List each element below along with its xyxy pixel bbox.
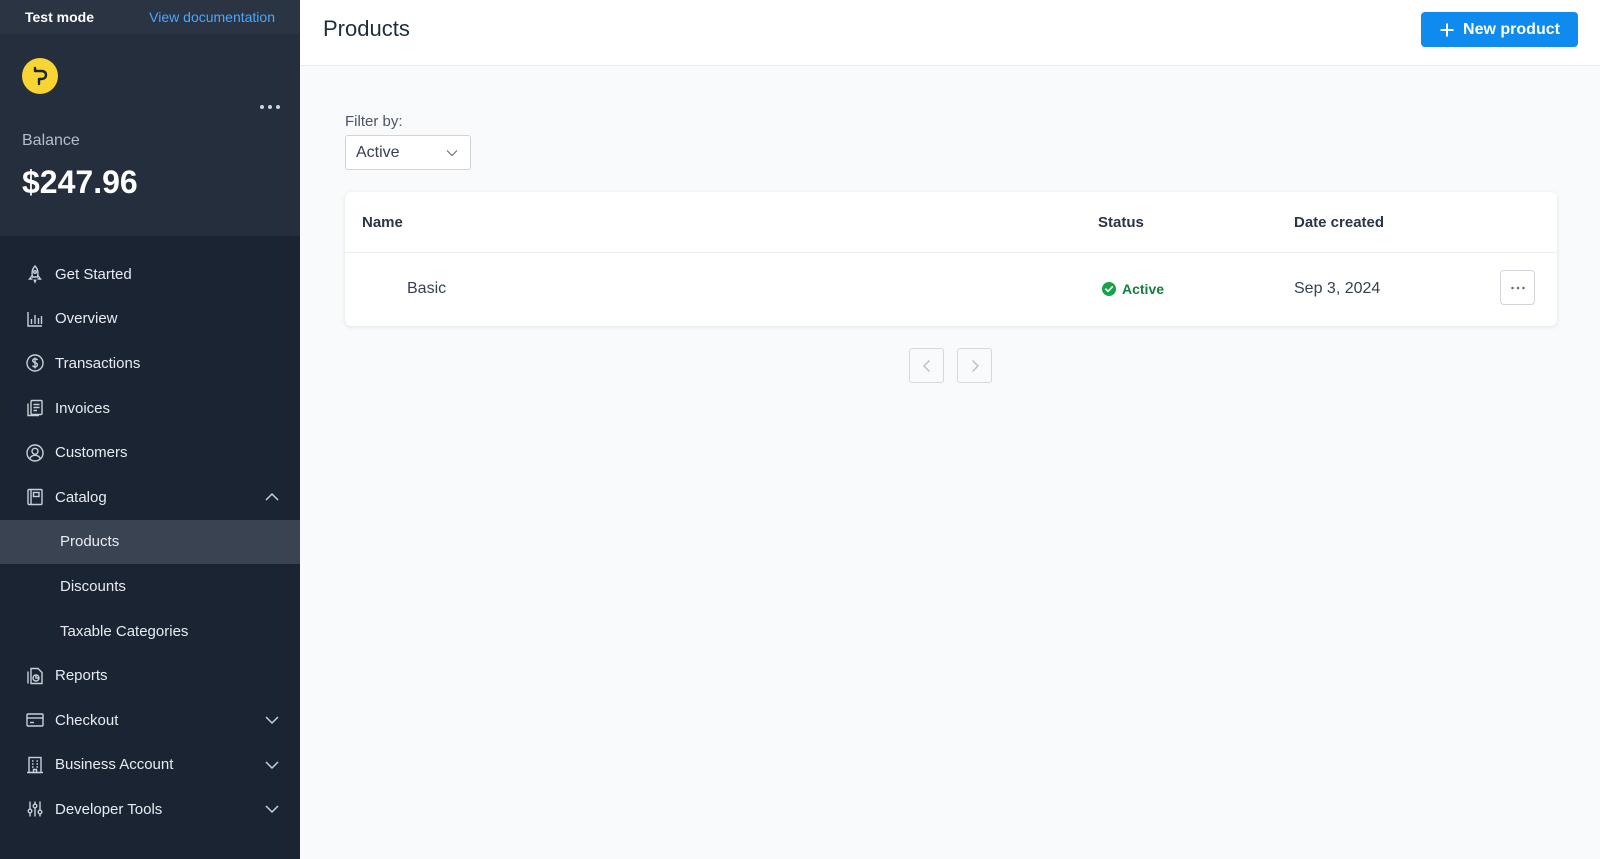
sidebar-subitem-products[interactable]: Products [0,519,300,565]
sidebar-subitem-taxable-categories[interactable]: Taxable Categories [0,609,300,654]
sidebar-item-label: Transactions [55,354,141,372]
sidebar: Test mode View documentation Balance $24… [0,0,300,859]
bar-chart-icon [25,309,45,329]
sidebar-nav: Get Started Overview Transactions Invoic… [0,236,300,832]
sidebar-item-label: Overview [55,310,118,328]
sidebar-item-catalog[interactable]: Catalog [0,475,300,520]
balance-value: $247.96 [22,164,138,200]
more-horizontal-icon [1510,286,1525,289]
sidebar-item-customers[interactable]: Customers [0,430,300,475]
sidebar-item-label: Checkout [55,711,119,729]
main-content: Products New product Filter by: Active N… [300,0,1600,859]
test-mode-label: Test mode [25,9,94,25]
table-row[interactable]: Basic Active Sep 3, 2024 [345,253,1557,325]
sidebar-item-label: Developer Tools [55,800,163,818]
chevron-down-icon [446,150,458,157]
sidebar-item-label: Catalog [55,488,107,506]
balance-label: Balance [22,132,80,149]
sidebar-item-reports[interactable]: Reports [0,653,300,698]
test-mode-bar: Test mode View documentation [0,0,300,34]
page-title: Products [323,16,410,41]
dollar-circle-icon [25,353,45,373]
credit-card-icon [25,710,45,730]
next-page-button[interactable] [957,348,992,383]
building-icon [25,755,45,775]
sidebar-subitem-label: Discounts [60,577,126,595]
column-header-date-created[interactable]: Date created [1294,214,1384,231]
sidebar-item-developer-tools[interactable]: Developer Tools [0,787,300,832]
date-created: Sep 3, 2024 [1294,280,1381,297]
column-header-status[interactable]: Status [1098,214,1144,231]
chevron-down-icon[interactable] [264,801,280,817]
new-product-button[interactable]: New product [1421,12,1578,47]
sidebar-item-overview[interactable]: Overview [0,297,300,342]
sidebar-item-business-account[interactable]: Business Account [0,743,300,788]
table-header: Name Status Date created [345,192,1557,253]
previous-page-button[interactable] [909,348,944,383]
sidebar-item-transactions[interactable]: Transactions [0,341,300,386]
sidebar-item-label: Invoices [55,399,111,417]
products-table: Name Status Date created Basic Active Se… [345,192,1557,326]
sidebar-item-label: Business Account [55,756,174,774]
check-circle-icon [1102,282,1116,296]
new-product-label: New product [1463,20,1560,38]
status-filter-select[interactable]: Active [345,135,471,170]
catalog-icon [25,487,45,507]
status-text: Active [1122,281,1165,297]
product-name[interactable]: Basic [407,280,446,298]
account-logo[interactable] [22,58,58,94]
sidebar-subitem-label: Taxable Categories [60,622,189,640]
account-more-icon[interactable] [260,105,280,109]
sidebar-item-label: Get Started [55,265,132,283]
chevron-left-icon [922,359,930,372]
rocket-icon [25,264,45,285]
user-circle-icon [25,443,45,463]
filter-label: Filter by: [345,113,403,130]
row-actions-button[interactable] [1500,270,1535,305]
sidebar-item-get-started[interactable]: Get Started [0,252,300,297]
chevron-down-icon[interactable] [264,712,280,728]
paddle-logo-icon [33,66,48,86]
filter-selected-value: Active [356,143,400,161]
chevron-up-icon[interactable] [264,489,280,505]
chevron-down-icon[interactable] [264,757,280,773]
page-header: Products New product [300,0,1600,66]
sidebar-item-checkout[interactable]: Checkout [0,698,300,743]
status-badge: Active [1102,281,1164,297]
sidebar-item-label: Reports [55,667,108,685]
plus-icon [1439,22,1455,38]
sidebar-item-invoices[interactable]: Invoices [0,386,300,431]
sidebar-subitem-discounts[interactable]: Discounts [0,564,300,609]
sidebar-item-label: Customers [55,444,128,462]
view-documentation-link[interactable]: View documentation [149,9,275,25]
sidebar-subitem-label: Products [60,533,120,551]
sliders-icon [25,799,45,819]
account-panel: Balance $247.96 [0,34,300,236]
column-header-name[interactable]: Name [362,214,403,231]
chevron-right-icon [971,359,979,372]
reports-icon [25,666,45,686]
invoice-icon [25,398,45,418]
